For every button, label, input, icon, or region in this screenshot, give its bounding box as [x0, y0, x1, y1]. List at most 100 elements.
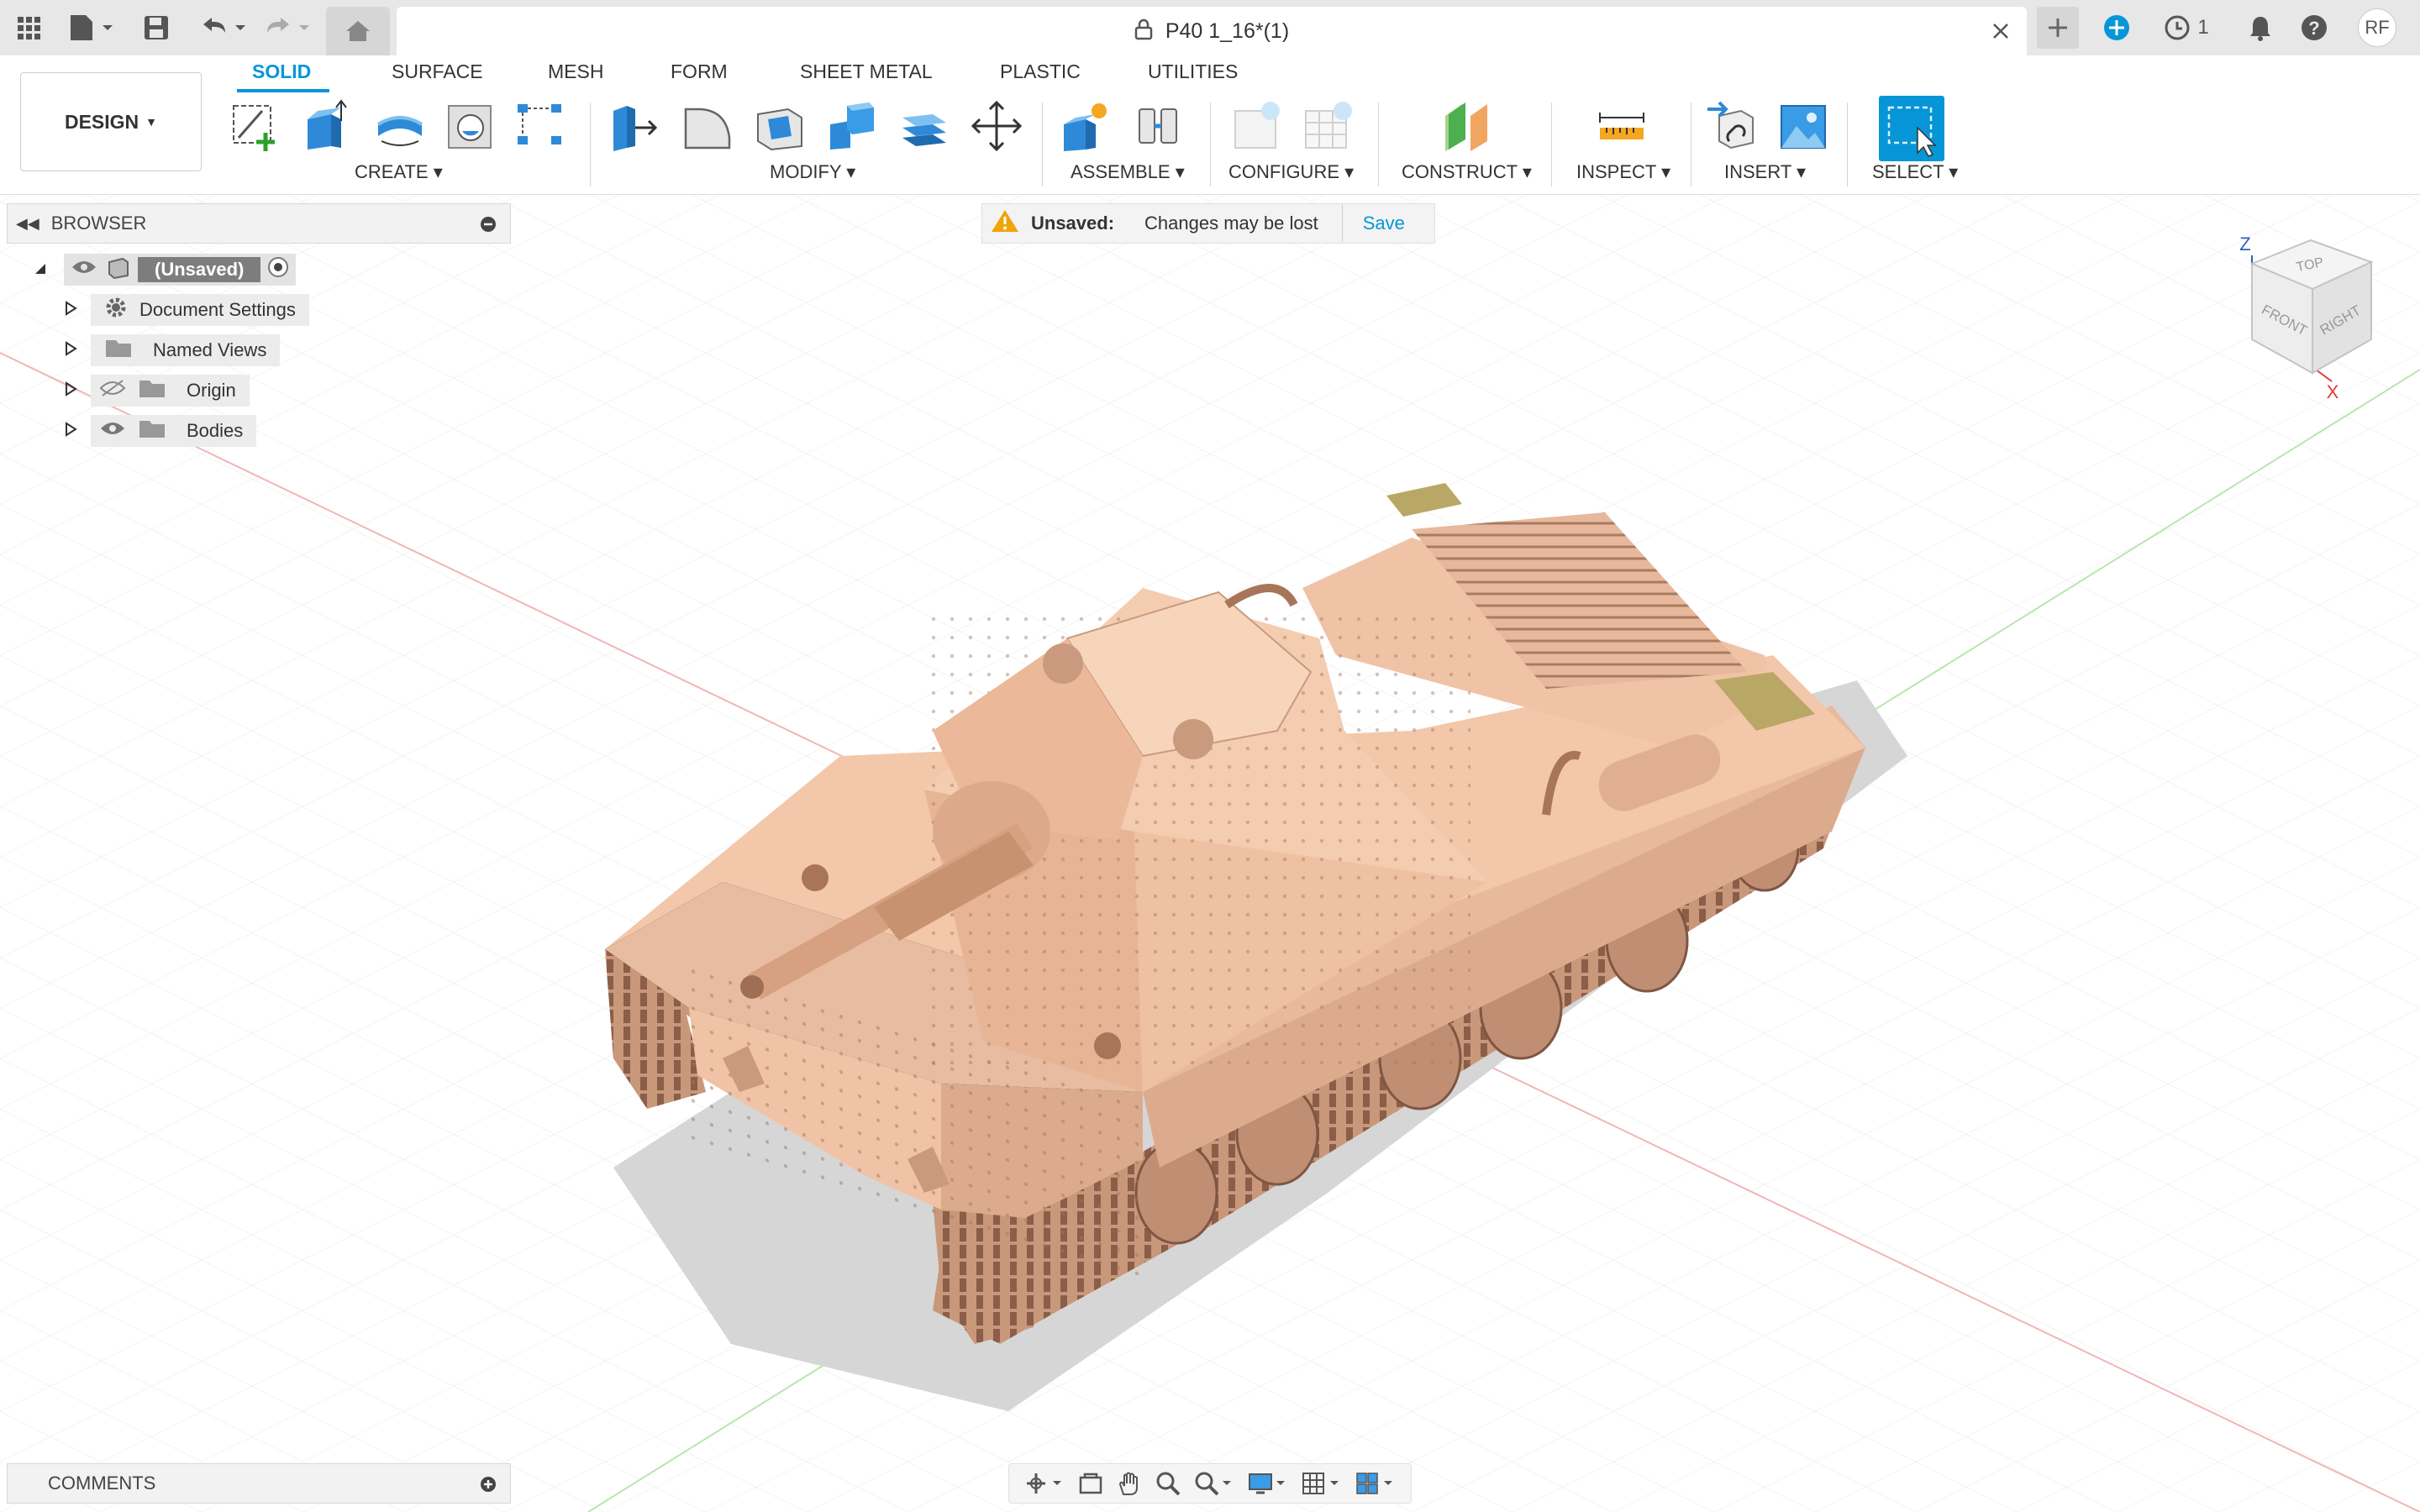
folder-icon: [138, 377, 166, 404]
comments-panel[interactable]: COMMENTS: [7, 1463, 511, 1504]
divider: [1341, 205, 1343, 242]
tab-sheet-metal[interactable]: SHEET METAL: [800, 60, 933, 83]
viewports-icon[interactable]: [1355, 1471, 1396, 1496]
ribbon-divider: [1847, 102, 1848, 186]
press-pull-icon[interactable]: [603, 96, 664, 156]
apps-grid-icon[interactable]: [12, 10, 45, 45]
browser-item-document-settings[interactable]: Document Settings: [64, 294, 309, 326]
gear-icon: [104, 296, 128, 324]
expanded-triangle-icon[interactable]: [34, 259, 54, 281]
zoom-icon[interactable]: [1155, 1471, 1181, 1496]
create-menu[interactable]: CREATE ▾: [355, 161, 443, 183]
assemble-menu[interactable]: ASSEMBLE ▾: [1071, 161, 1185, 183]
insert-menu[interactable]: INSERT ▾: [1724, 161, 1806, 183]
collapsed-triangle-icon[interactable]: [64, 339, 77, 361]
combine-icon[interactable]: [822, 96, 882, 156]
pattern-icon[interactable]: [511, 96, 571, 156]
help-icon[interactable]: ?: [2297, 10, 2331, 45]
browser-title: BROWSER: [50, 213, 147, 234]
pan-hand-icon[interactable]: [1117, 1471, 1142, 1496]
new-tab-plus-icon[interactable]: [2037, 7, 2079, 49]
configure-rule-icon[interactable]: [1299, 96, 1360, 156]
look-at-icon[interactable]: [1078, 1471, 1103, 1496]
modify-menu[interactable]: MODIFY ▾: [770, 161, 855, 183]
visibility-eye-icon[interactable]: [99, 419, 126, 443]
tree-label: Named Views: [153, 339, 267, 360]
hole-icon[interactable]: [440, 96, 501, 156]
close-tab-icon[interactable]: [1988, 18, 2013, 44]
create-sketch-icon[interactable]: [225, 96, 286, 156]
document-tab[interactable]: P40 1_16*(1): [397, 7, 2027, 55]
tab-plastic[interactable]: PLASTIC: [1000, 60, 1081, 83]
measure-icon[interactable]: [1591, 96, 1652, 156]
configure-menu[interactable]: CONFIGURE ▾: [1228, 161, 1354, 183]
undo-icon[interactable]: [198, 10, 252, 45]
tab-surface[interactable]: SURFACE: [392, 60, 483, 83]
axis-x-label: X: [2327, 381, 2339, 402]
browser-root-row[interactable]: (Unsaved): [34, 254, 297, 286]
tab-solid[interactable]: SOLID: [252, 60, 311, 83]
folder-icon: [138, 417, 166, 444]
tab-mesh[interactable]: MESH: [548, 60, 603, 83]
save-icon[interactable]: [139, 10, 173, 45]
tab-utilities[interactable]: UTILITIES: [1148, 60, 1238, 83]
browser-pin-icon[interactable]: [480, 216, 497, 238]
view-cube[interactable]: TOP FRONT RIGHT Z X: [2218, 230, 2403, 407]
home-icon[interactable]: [326, 7, 390, 55]
insert-canvas-image-icon[interactable]: [1773, 96, 1833, 156]
select-menu[interactable]: SELECT ▾: [1872, 161, 1958, 183]
browser-header[interactable]: ◀◀ BROWSER: [7, 203, 511, 244]
revolve-icon[interactable]: [370, 96, 430, 156]
tab-form[interactable]: FORM: [671, 60, 728, 83]
notifications-bell-icon[interactable]: [2244, 10, 2277, 45]
fit-zoom-icon[interactable]: [1194, 1471, 1234, 1496]
joint-icon[interactable]: [1128, 96, 1188, 156]
svg-text:?: ?: [2308, 18, 2319, 39]
folder-icon: [104, 337, 133, 364]
user-avatar[interactable]: RF: [2358, 8, 2396, 47]
configure-table-icon[interactable]: [1228, 96, 1289, 156]
visibility-eye-icon[interactable]: [71, 258, 97, 281]
extensions-icon[interactable]: [2099, 10, 2134, 45]
job-status[interactable]: 1: [2153, 10, 2220, 45]
select-tool-icon[interactable]: [1879, 96, 1944, 161]
move-copy-icon[interactable]: [966, 96, 1027, 156]
root-component-label: (Unsaved): [138, 257, 261, 282]
comments-label: COMMENTS: [48, 1473, 156, 1494]
orbit-icon[interactable]: [1024, 1471, 1065, 1496]
collapsed-triangle-icon[interactable]: [64, 299, 77, 321]
activate-radio-icon[interactable]: [267, 256, 289, 283]
collapse-panel-icon[interactable]: ◀◀: [16, 215, 39, 233]
grid-settings-icon[interactable]: [1302, 1471, 1342, 1496]
display-settings-icon[interactable]: [1248, 1471, 1288, 1496]
lock-icon: [1134, 18, 1153, 46]
file-menu-icon[interactable]: [66, 10, 119, 45]
save-link[interactable]: Save: [1363, 213, 1405, 234]
offset-face-icon[interactable]: [894, 96, 955, 156]
new-component-icon[interactable]: [1055, 96, 1116, 156]
inspect-menu[interactable]: INSPECT ▾: [1576, 161, 1670, 183]
collapsed-triangle-icon[interactable]: [64, 420, 77, 442]
canvas-viewport[interactable]: [0, 195, 2420, 1512]
job-count: 1: [2197, 16, 2209, 39]
app-bar: P40 1_16*(1) 1 ? RF: [0, 0, 2420, 55]
browser-item-origin[interactable]: Origin: [64, 375, 250, 407]
insert-derive-icon[interactable]: [1701, 96, 1761, 156]
tree-label: Document Settings: [139, 299, 296, 320]
tree-label: Bodies: [187, 420, 244, 441]
browser-item-named-views[interactable]: Named Views: [64, 334, 281, 366]
extrude-icon[interactable]: [296, 96, 356, 156]
construct-menu[interactable]: CONSTRUCT ▾: [1402, 161, 1532, 183]
workspace-label: DESIGN: [64, 110, 139, 133]
add-comment-icon[interactable]: [480, 1476, 497, 1498]
root-chip[interactable]: (Unsaved): [64, 254, 297, 286]
model-scene[interactable]: [0, 195, 2420, 1512]
hidden-eye-icon[interactable]: [99, 379, 126, 402]
fillet-icon[interactable]: [677, 96, 738, 156]
redo-icon[interactable]: [262, 10, 316, 45]
shell-icon[interactable]: [750, 96, 810, 156]
collapsed-triangle-icon[interactable]: [64, 380, 77, 402]
workspace-switcher-button[interactable]: DESIGN ▼: [20, 72, 202, 171]
browser-item-bodies[interactable]: Bodies: [64, 415, 257, 447]
offset-plane-icon[interactable]: [1437, 96, 1497, 156]
